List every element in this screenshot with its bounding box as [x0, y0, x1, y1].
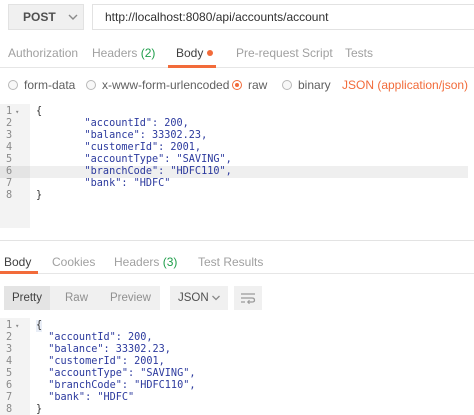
raw-button[interactable]: Raw: [65, 286, 88, 310]
tab-response-headers[interactable]: Headers (3): [114, 255, 177, 269]
tab-headers[interactable]: Headers (2): [92, 46, 155, 60]
code-line: "balance": 33302.23,: [60, 130, 208, 141]
tab-label: Cookies: [52, 255, 96, 269]
fold-toggle-icon[interactable]: ▾: [15, 322, 19, 330]
tab-body[interactable]: Body: [176, 46, 214, 60]
content-type-dropdown[interactable]: JSON (application/json): [342, 78, 474, 92]
method-select[interactable]: POST: [8, 4, 84, 30]
pretty-button[interactable]: Pretty: [4, 286, 50, 310]
line-number: 5: [6, 154, 13, 165]
wrap-lines-icon: [241, 293, 256, 304]
tab-label: Headers: [92, 46, 138, 60]
request-url-bar: POST http://localhost:8080/api/accounts/…: [0, 0, 474, 36]
url-text: http://localhost:8080/api/accounts/accou…: [105, 10, 329, 24]
option-label: x-www-form-urlencoded: [102, 78, 230, 92]
radio-icon: [8, 80, 18, 90]
option-raw[interactable]: raw: [232, 78, 267, 92]
tab-label: Pre-request Script: [236, 46, 333, 60]
button-label: Raw: [65, 292, 89, 304]
code-line: }: [36, 190, 43, 201]
tab-pre-request-script[interactable]: Pre-request Script: [236, 46, 333, 60]
code-line: "accountType": "SAVING",: [36, 368, 196, 379]
modified-dot-icon: [207, 50, 214, 56]
tab-label: Headers: [114, 255, 160, 269]
code-line-active: "branchCode": "HDFC110",: [30, 166, 468, 178]
active-tab-indicator: [168, 65, 216, 68]
line-number: 4: [6, 356, 13, 367]
line-number: 8: [6, 404, 13, 415]
option-label: raw: [248, 78, 268, 92]
option-x-www-form-urlencoded[interactable]: x-www-form-urlencoded: [86, 78, 229, 92]
divider: [0, 240, 474, 241]
line-number: 2: [6, 118, 13, 129]
content-type-label: JSON (application/json): [342, 78, 469, 92]
line-number: 6: [6, 380, 13, 391]
button-label: Preview: [110, 292, 151, 304]
tab-authorization[interactable]: Authorization: [8, 46, 78, 60]
format-label: JSON: [178, 292, 209, 304]
line-number: 3: [6, 344, 13, 355]
line-number: 8: [6, 190, 13, 201]
fold-toggle-icon[interactable]: ▾: [15, 108, 19, 116]
tab-label: Authorization: [8, 46, 79, 60]
code-line: "accountId": 200,: [36, 332, 153, 343]
chevron-down-icon: [68, 14, 78, 20]
radio-icon: [282, 80, 292, 90]
option-label: binary: [298, 78, 331, 92]
radio-icon: [86, 80, 96, 90]
line-number: 5: [6, 368, 13, 379]
tab-cookies[interactable]: Cookies: [52, 255, 95, 269]
line-number: 4: [6, 142, 13, 153]
tab-label: Tests: [345, 46, 374, 60]
tab-tests[interactable]: Tests: [345, 46, 373, 60]
url-input[interactable]: http://localhost:8080/api/accounts/accou…: [92, 4, 474, 30]
tab-response-body[interactable]: Body: [4, 255, 31, 269]
code-line: "bank": "HDFC": [60, 178, 171, 189]
code-line: "accountType": "SAVING",: [60, 154, 232, 165]
headers-count: (2): [140, 46, 156, 60]
method-label: POST: [23, 10, 56, 24]
tab-label: Body: [176, 46, 204, 60]
line-number: 1 ▾: [6, 106, 20, 117]
code-line: }: [36, 404, 43, 415]
code-line: "branchCode": "HDFC110",: [36, 380, 196, 391]
line-number: 7: [6, 392, 13, 403]
code-text: "branchCode": "HDFC110",: [60, 166, 232, 177]
format-dropdown[interactable]: JSON: [170, 286, 228, 310]
line-number: 2: [6, 332, 13, 343]
active-tab-indicator: [0, 271, 38, 274]
line-number: 7: [6, 178, 13, 189]
chevron-down-icon: [212, 295, 220, 301]
response-body-viewer[interactable]: 1 ▾ 2 3 4 5 6 7 8 { "accountId": 200, "ba…: [0, 318, 474, 415]
option-form-data[interactable]: form-data: [8, 78, 75, 92]
tab-label: Test Results: [198, 255, 264, 269]
line-number-active: 6: [0, 166, 30, 178]
code-line: "customerId": 2001,: [60, 142, 202, 153]
code-line: "bank": "HDFC": [36, 392, 135, 403]
code-line: "accountId": 200,: [60, 118, 189, 129]
line-number: 1 ▾: [6, 320, 20, 331]
response-tabs: Body Cookies Headers (3) Test Results: [0, 252, 474, 274]
request-body-editor[interactable]: 1 ▾ 2 3 4 5 6 7 8 { "accountId": 200, "ba…: [0, 104, 474, 228]
code-line: {: [36, 106, 43, 117]
body-mode-options: form-data x-www-form-urlencoded raw bina…: [0, 70, 474, 102]
view-mode-group: Pretty Raw Preview: [4, 286, 160, 310]
tab-label: Body: [4, 255, 32, 269]
radio-selected-icon: [232, 80, 242, 90]
option-label: form-data: [24, 78, 76, 92]
request-tabs: Authorization Headers (2) Body Pre-reque…: [0, 42, 474, 68]
wrap-lines-button[interactable]: [234, 286, 262, 310]
option-binary[interactable]: binary: [282, 78, 331, 92]
tab-test-results[interactable]: Test Results: [198, 255, 263, 269]
code-line: "balance": 33302.23,: [36, 344, 171, 355]
line-number: 3: [6, 130, 13, 141]
headers-count: (3): [162, 255, 178, 269]
code-line: {: [36, 320, 43, 332]
button-label: Pretty: [11, 292, 43, 304]
preview-button[interactable]: Preview: [110, 286, 151, 310]
code-line: "customerId": 2001,: [36, 356, 165, 367]
response-toolbar: Pretty Raw Preview JSON: [0, 284, 474, 312]
